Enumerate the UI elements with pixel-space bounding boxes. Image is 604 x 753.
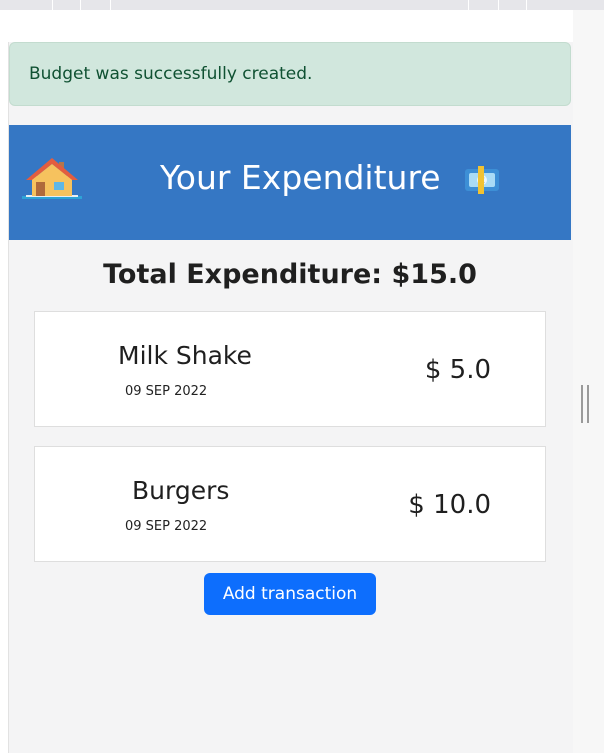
- house-icon: [22, 158, 82, 199]
- transaction-name: Milk Shake: [118, 341, 252, 370]
- toolbar-divider: [52, 0, 53, 10]
- toolbar-divider: [80, 0, 81, 10]
- toolbar-divider: [468, 0, 469, 10]
- side-panel: [573, 10, 604, 753]
- browser-toolbar: [0, 0, 604, 10]
- page-title: Your Expenditure: [160, 158, 441, 197]
- success-alert: Budget was successfully created.: [9, 42, 571, 106]
- toolbar-divider: [110, 0, 111, 10]
- transaction-amount: $ 5.0: [424, 355, 491, 385]
- euro-banknote-icon: €: [465, 166, 499, 194]
- add-transaction-button[interactable]: Add transaction: [204, 573, 376, 615]
- toolbar-divider: [526, 0, 527, 10]
- resize-handle[interactable]: [581, 385, 591, 423]
- toolbar-divider: [498, 0, 499, 10]
- transaction-name: Burgers: [132, 476, 230, 505]
- transaction-date: 09 SEP 2022: [125, 384, 208, 399]
- transaction-card[interactable]: Burgers 09 SEP 2022 $ 10.0: [34, 446, 546, 562]
- transaction-date: 09 SEP 2022: [125, 519, 208, 534]
- transaction-card[interactable]: Milk Shake 09 SEP 2022 $ 5.0: [34, 311, 546, 427]
- total-expenditure: Total Expenditure: $15.0: [103, 259, 477, 290]
- transaction-amount: $ 10.0: [408, 490, 491, 520]
- alert-message: Budget was successfully created.: [29, 64, 313, 84]
